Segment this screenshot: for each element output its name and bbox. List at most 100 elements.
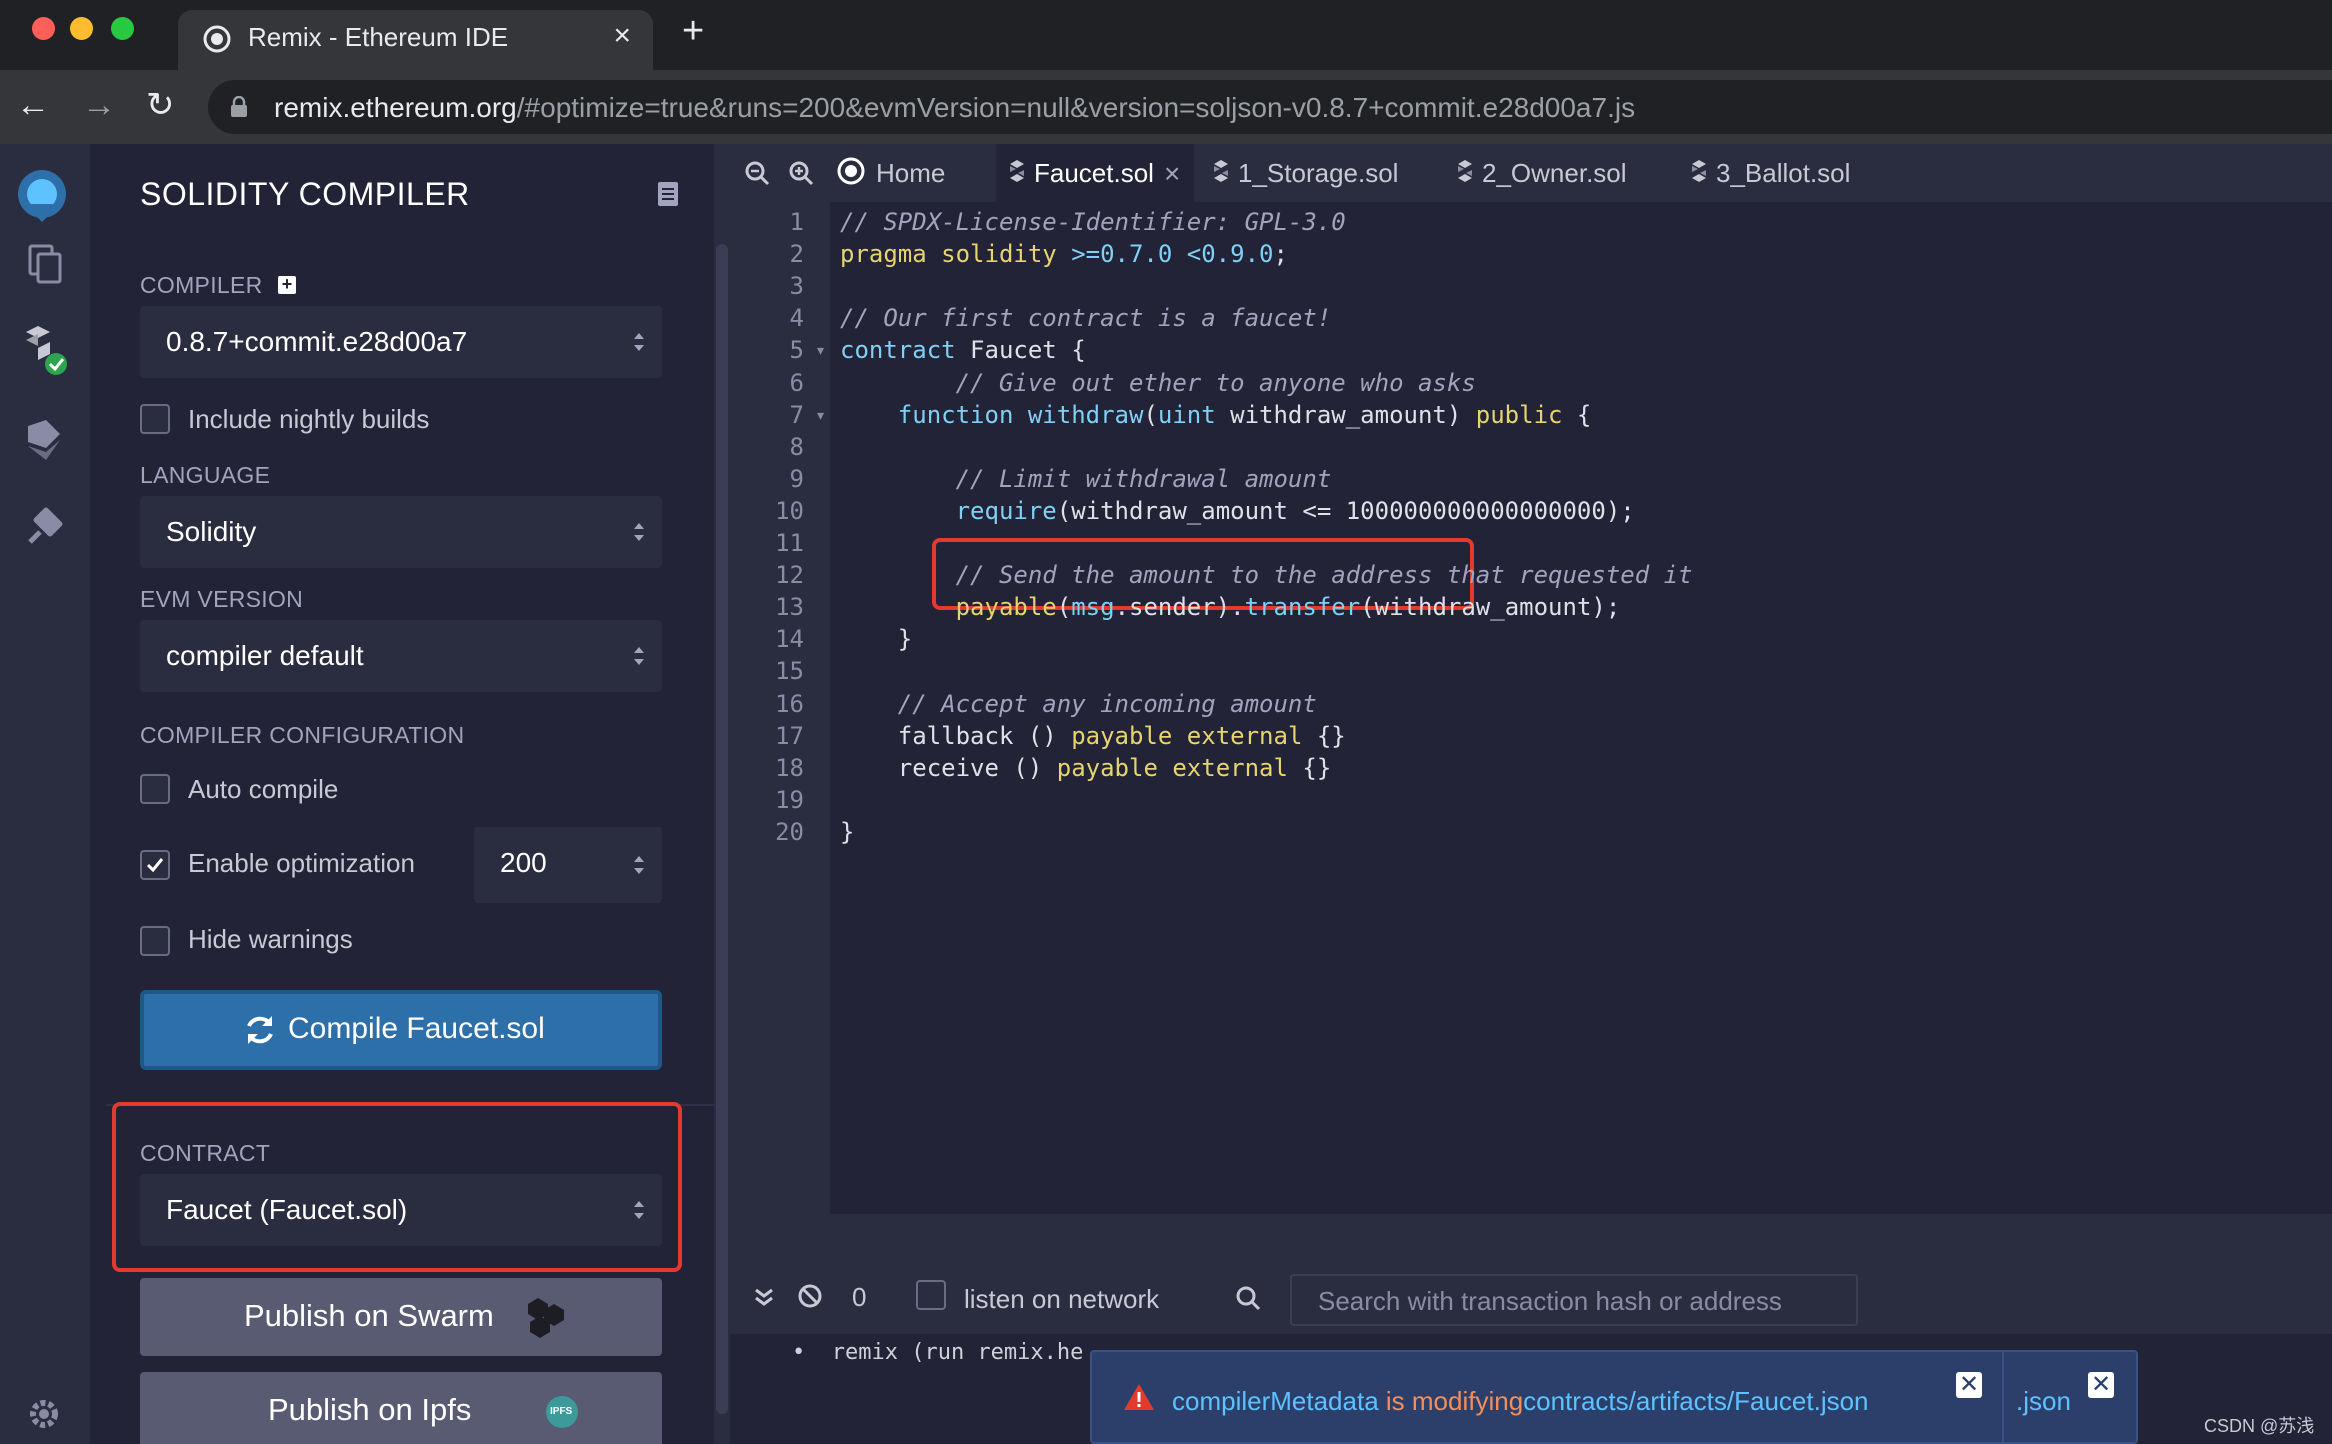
hide-warnings-checkbox[interactable] bbox=[140, 926, 170, 956]
code-token: function bbox=[897, 400, 1014, 429]
compile-button[interactable]: Compile Faucet.sol bbox=[140, 990, 662, 1070]
close-toast-icon[interactable]: ✕ bbox=[1956, 1372, 1982, 1398]
code-token: // Send the amount to the address that r… bbox=[840, 561, 1693, 590]
window-zoom-button[interactable] bbox=[111, 17, 134, 40]
nightly-builds-label: Include nightly builds bbox=[188, 404, 430, 434]
remix-home-icon bbox=[837, 157, 865, 185]
publish-swarm-button[interactable]: Publish on Swarm bbox=[140, 1278, 662, 1356]
code-token: payable bbox=[1056, 753, 1158, 782]
line-number: 1 bbox=[789, 208, 804, 236]
optimization-checkbox[interactable] bbox=[140, 850, 170, 880]
line-number: 6 bbox=[789, 368, 804, 397]
plugin-manager-icon[interactable] bbox=[16, 498, 72, 554]
collapse-terminal-icon[interactable] bbox=[750, 1284, 778, 1312]
code-token: uint bbox=[1157, 400, 1216, 429]
tab-1-storage-sol[interactable]: 1_Storage.sol bbox=[1208, 144, 1398, 202]
terminal-toolbar: 0 listen on network Search with transact… bbox=[730, 1262, 2332, 1334]
transaction-search-input[interactable]: Search with transaction hash or address bbox=[1290, 1274, 1858, 1326]
toast-plugin-name: compilerMetadata bbox=[1172, 1386, 1379, 1416]
add-compiler-icon[interactable]: + bbox=[278, 275, 296, 294]
listen-network-checkbox[interactable] bbox=[916, 1280, 946, 1310]
editor-tab-bar: Home Faucet.sol × 1_Storage.sol 2_Owner.… bbox=[730, 144, 2332, 202]
panel-title: SOLIDITY COMPILER bbox=[140, 176, 470, 212]
watermark-text: CSDN @苏浅 bbox=[2204, 1416, 2315, 1436]
code-line: receive () payable external {} bbox=[840, 753, 1332, 782]
code-token: // Limit withdrawal amount bbox=[840, 464, 1332, 493]
zoom-out-icon[interactable] bbox=[744, 160, 770, 186]
line-number: 12 bbox=[775, 561, 804, 590]
solidity-compiler-icon[interactable] bbox=[16, 324, 72, 380]
ipfs-icon: IPFS bbox=[546, 1396, 578, 1428]
file-explorer-icon[interactable] bbox=[16, 236, 72, 292]
remix-icon-panel bbox=[0, 144, 92, 1444]
tab-2-owner-sol[interactable]: 2_Owner.sol bbox=[1452, 144, 1627, 202]
listen-network-label: listen on network bbox=[964, 1284, 1160, 1314]
back-arrow-icon[interactable]: ← bbox=[16, 88, 50, 122]
language-select[interactable]: Solidity bbox=[140, 496, 662, 568]
panel-scrollbar[interactable] bbox=[716, 244, 728, 1414]
reload-icon[interactable]: ↻ bbox=[146, 88, 175, 122]
browser-tab-title: Remix - Ethereum IDE bbox=[248, 22, 509, 52]
documentation-icon[interactable] bbox=[656, 180, 680, 208]
tab-label: Faucet.sol bbox=[1034, 158, 1154, 188]
optimization-label: Enable optimization bbox=[188, 848, 415, 878]
code-line: function withdraw(uint withdraw_amount) … bbox=[840, 400, 1592, 429]
code-token: external bbox=[1186, 721, 1303, 750]
code-token: { bbox=[1562, 400, 1592, 429]
remix-logo-icon[interactable] bbox=[10, 164, 74, 228]
compiler-config-label: COMPILER CONFIGURATION bbox=[140, 722, 465, 748]
url-text: remix.ethereum.org/#optimize=true&runs=2… bbox=[274, 92, 1635, 124]
new-tab-icon[interactable]: + bbox=[682, 12, 704, 50]
publish-ipfs-button[interactable]: Publish on Ipfs IPFS bbox=[140, 1372, 662, 1444]
line-number: 14 bbox=[775, 625, 804, 654]
nightly-builds-checkbox[interactable] bbox=[140, 404, 170, 434]
code-token: public bbox=[1475, 400, 1563, 429]
forward-arrow-icon[interactable]: → bbox=[82, 88, 116, 122]
settings-gear-icon[interactable] bbox=[24, 1394, 64, 1434]
clear-console-icon[interactable] bbox=[796, 1282, 824, 1310]
language-label: LANGUAGE bbox=[140, 462, 271, 488]
close-tab-icon[interactable]: × bbox=[613, 19, 631, 53]
code-token: require bbox=[955, 496, 1057, 525]
line-number: 9 bbox=[789, 464, 804, 493]
code-line: fallback () payable external {} bbox=[840, 722, 1346, 750]
code-token: ; bbox=[1273, 240, 1288, 269]
solidity-compiler-panel: SOLIDITY COMPILER COMPILER + 0.8.7+commi… bbox=[92, 144, 730, 1444]
code-line: require(withdraw_amount <= 1000000000000… bbox=[840, 497, 1635, 525]
tab-label: 1_Storage.sol bbox=[1238, 158, 1399, 188]
remix-favicon-icon bbox=[203, 25, 231, 53]
close-toast-icon[interactable]: ✕ bbox=[2088, 1372, 2114, 1398]
code-token: {} bbox=[1302, 721, 1346, 750]
search-icon bbox=[1236, 1286, 1261, 1311]
stepper-arrows-icon[interactable] bbox=[632, 851, 646, 879]
toast-json-tail: .json bbox=[2016, 1386, 2071, 1416]
fold-arrow-icon[interactable]: ▾ bbox=[817, 407, 824, 424]
zoom-in-icon[interactable] bbox=[788, 160, 814, 186]
compiler-version-select[interactable]: 0.8.7+commit.e28d00a7 bbox=[140, 306, 662, 378]
optimization-runs-input[interactable]: 200 bbox=[474, 827, 662, 903]
browser-tab[interactable]: Remix - Ethereum IDE × bbox=[178, 10, 653, 70]
code-token: contract bbox=[840, 336, 956, 365]
evm-version-select[interactable]: compiler default bbox=[140, 620, 662, 692]
line-number: 16 bbox=[775, 689, 804, 718]
fold-arrow-icon[interactable]: ▾ bbox=[817, 342, 824, 359]
solidity-file-icon bbox=[1692, 160, 1706, 182]
code-line: } bbox=[840, 818, 854, 846]
address-bar[interactable]: remix.ethereum.org/#optimize=true&runs=2… bbox=[208, 80, 2332, 134]
code-token: receive () bbox=[840, 753, 1057, 782]
auto-compile-checkbox[interactable] bbox=[140, 774, 170, 804]
auto-compile-label: Auto compile bbox=[188, 774, 339, 804]
tab-faucet-sol[interactable]: Faucet.sol × bbox=[996, 144, 1194, 202]
code-token: withdraw bbox=[1027, 400, 1144, 429]
window-close-button[interactable] bbox=[32, 17, 55, 40]
window-minimize-button[interactable] bbox=[70, 17, 93, 40]
select-arrows-icon bbox=[634, 523, 644, 541]
code-editor[interactable]: // SPDX-License-Identifier: GPL-3.0 pragm… bbox=[830, 202, 2332, 1214]
line-number: 2 bbox=[789, 240, 804, 269]
tab-3-ballot-sol[interactable]: 3_Ballot.sol bbox=[1686, 144, 1850, 202]
close-tab-icon[interactable]: × bbox=[1164, 158, 1180, 190]
tab-home[interactable]: Home bbox=[826, 144, 1006, 202]
deploy-run-icon[interactable] bbox=[16, 412, 72, 468]
code-token: // Our first contract is a faucet! bbox=[840, 304, 1332, 333]
